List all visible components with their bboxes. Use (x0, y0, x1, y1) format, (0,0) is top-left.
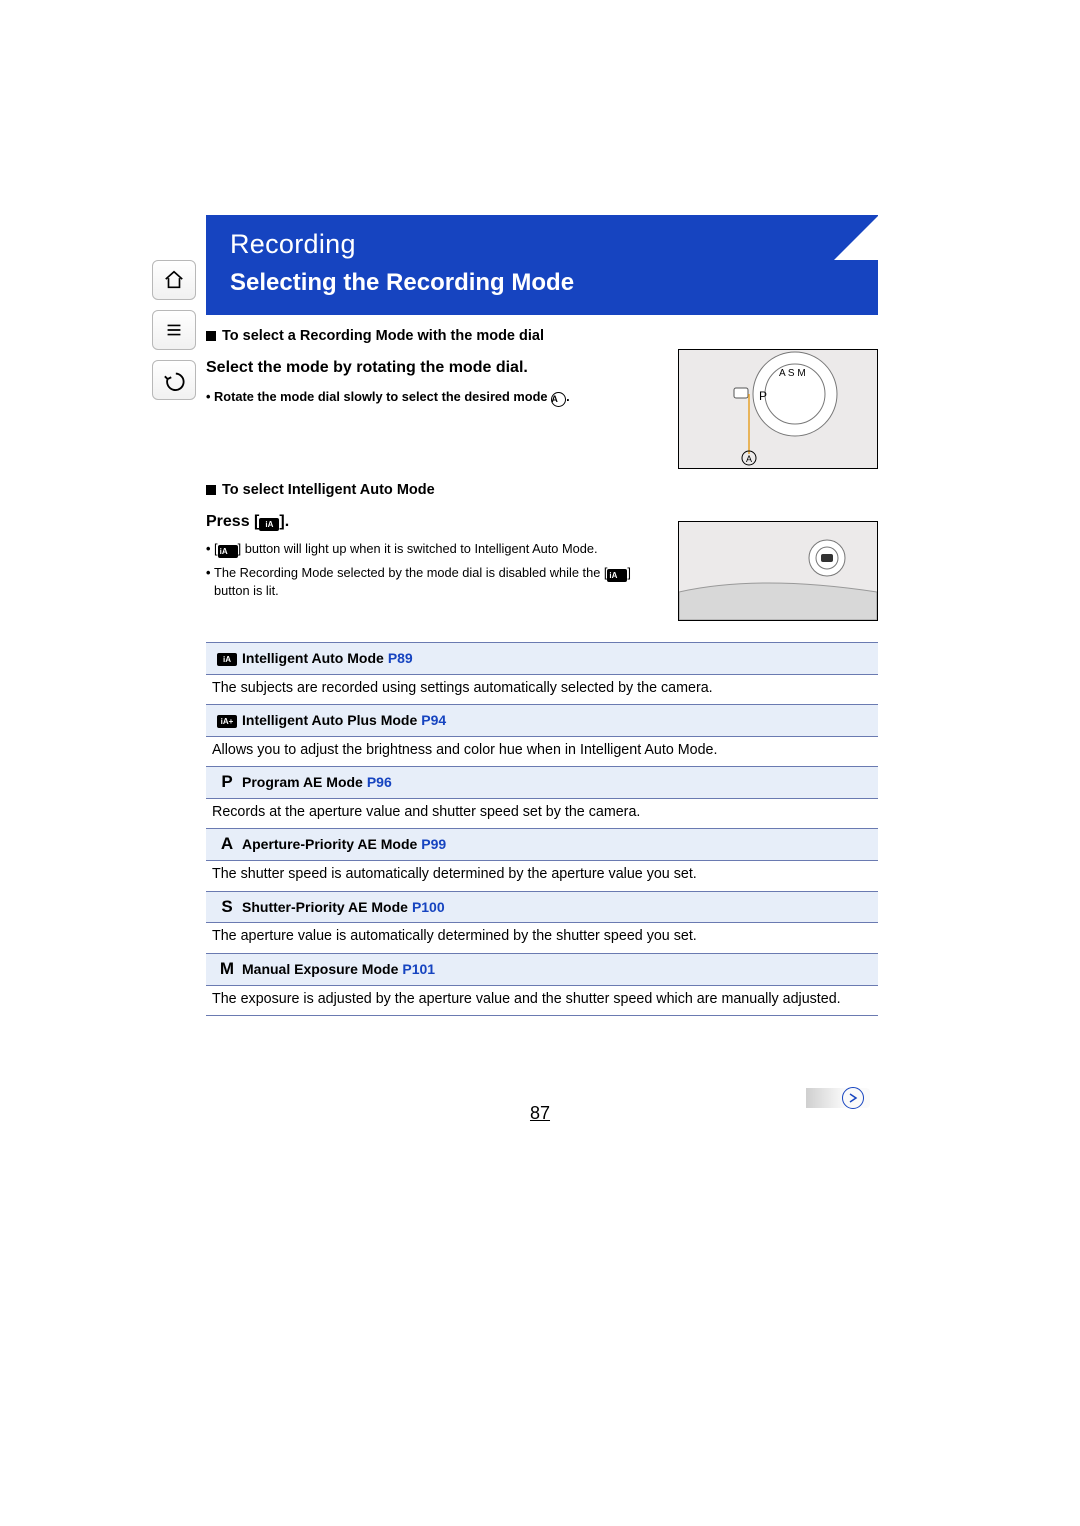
sub-heading: To select a Recording Mode with the mode… (206, 327, 636, 347)
svg-text:A: A (746, 454, 752, 464)
mode-header-row: AAperture-Priority AE Mode P99 (206, 829, 878, 861)
mode-symbol: S (212, 896, 242, 919)
page-reference-link[interactable]: P101 (402, 960, 435, 979)
page-title: Selecting the Recording Mode (206, 260, 878, 297)
note-text: The Recording Mode selected by the mode … (206, 564, 636, 599)
t: The Recording Mode selected by the mode … (214, 565, 607, 580)
t: ] button will light up when it is switch… (238, 541, 598, 556)
mode-header-row: MManual Exposure Mode P101 (206, 954, 878, 986)
mode-name: Aperture-Priority AE Mode (242, 835, 417, 854)
section-mode-dial: To select a Recording Mode with the mode… (206, 327, 636, 407)
instruction-text: Select the mode by rotating the mode dia… (206, 357, 636, 379)
mode-symbol: M (212, 958, 242, 981)
mode-name: Intelligent Auto Plus Mode (242, 711, 417, 730)
home-icon (163, 269, 185, 291)
mode-header-row: iA Intelligent Auto Mode P89 (206, 643, 878, 675)
page-reference-link[interactable]: P94 (421, 711, 446, 730)
page-reference-link[interactable]: P100 (412, 898, 445, 917)
note-body: Rotate the mode dial slowly to select th… (214, 389, 551, 404)
mode-name: Manual Exposure Mode (242, 960, 398, 979)
press-suffix: ]. (279, 513, 289, 530)
mode-description: The subjects are recorded using settings… (206, 675, 878, 705)
sub-heading: To select Intelligent Auto Mode (206, 481, 636, 501)
list-icon (163, 319, 185, 341)
mode-description: Records at the aperture value and shutte… (206, 799, 878, 829)
back-arrow-icon (163, 369, 185, 391)
page-header: Recording Selecting the Recording Mode (206, 215, 878, 315)
back-button[interactable] (152, 360, 196, 400)
section-ia-mode: To select Intelligent Auto Mode Press [i… (206, 481, 636, 599)
page-reference-link[interactable]: P89 (388, 649, 413, 668)
ia-mode-icon: iA (259, 518, 279, 531)
marker-a-icon: A (551, 392, 566, 407)
mode-description: The aperture value is automatically dete… (206, 923, 878, 953)
mode-header-row: PProgram AE Mode P96 (206, 767, 878, 799)
mode-dial-diagram: P A S M A (678, 349, 878, 469)
mode-symbol: iA+ (212, 709, 242, 732)
mode-name: Shutter-Priority AE Mode (242, 898, 408, 917)
page-reference-link[interactable]: P96 (367, 773, 392, 792)
ia-mode-icon: iA (217, 653, 237, 666)
mode-header-row: iA+ Intelligent Auto Plus Mode P94 (206, 705, 878, 737)
mode-description: Allows you to adjust the brightness and … (206, 737, 878, 767)
page-reference-link[interactable]: P99 (421, 835, 446, 854)
mode-name: Program AE Mode (242, 773, 363, 792)
ia-mode-icon: iA (607, 569, 627, 582)
toc-button[interactable] (152, 310, 196, 350)
manual-page: Recording Selecting the Recording Mode P… (0, 0, 1080, 1526)
mode-table: iA Intelligent Auto Mode P89 The subjects … (206, 642, 878, 1016)
mode-description: The exposure is adjusted by the aperture… (206, 986, 878, 1016)
mode-description: The shutter speed is automatically deter… (206, 861, 878, 891)
ia-mode-icon: iA (218, 545, 238, 558)
mode-symbol: P (212, 771, 242, 794)
ia-mode-icon: iA+ (217, 715, 237, 728)
press-prefix: Press [ (206, 513, 259, 530)
note-suffix: . (566, 389, 570, 404)
svg-text:A S M: A S M (779, 368, 806, 379)
page-number: 87 (0, 1103, 1080, 1124)
ia-button-diagram (678, 521, 878, 621)
mode-header-row: SShutter-Priority AE Mode P100 (206, 892, 878, 924)
note-text: Rotate the mode dial slowly to select th… (206, 388, 636, 407)
note-text: [iA] button will light up when it is swi… (206, 540, 636, 558)
mode-symbol: A (212, 833, 242, 856)
svg-text:P: P (759, 389, 767, 403)
content-area: P A S M A To select a Recording Mode wit… (206, 327, 878, 1016)
mode-symbol: iA (212, 647, 242, 670)
mode-name: Intelligent Auto Mode (242, 649, 384, 668)
home-button[interactable] (152, 260, 196, 300)
press-instruction: Press [iA]. (206, 511, 636, 533)
nav-sidebar (152, 260, 196, 400)
breadcrumb: Recording (206, 215, 878, 260)
